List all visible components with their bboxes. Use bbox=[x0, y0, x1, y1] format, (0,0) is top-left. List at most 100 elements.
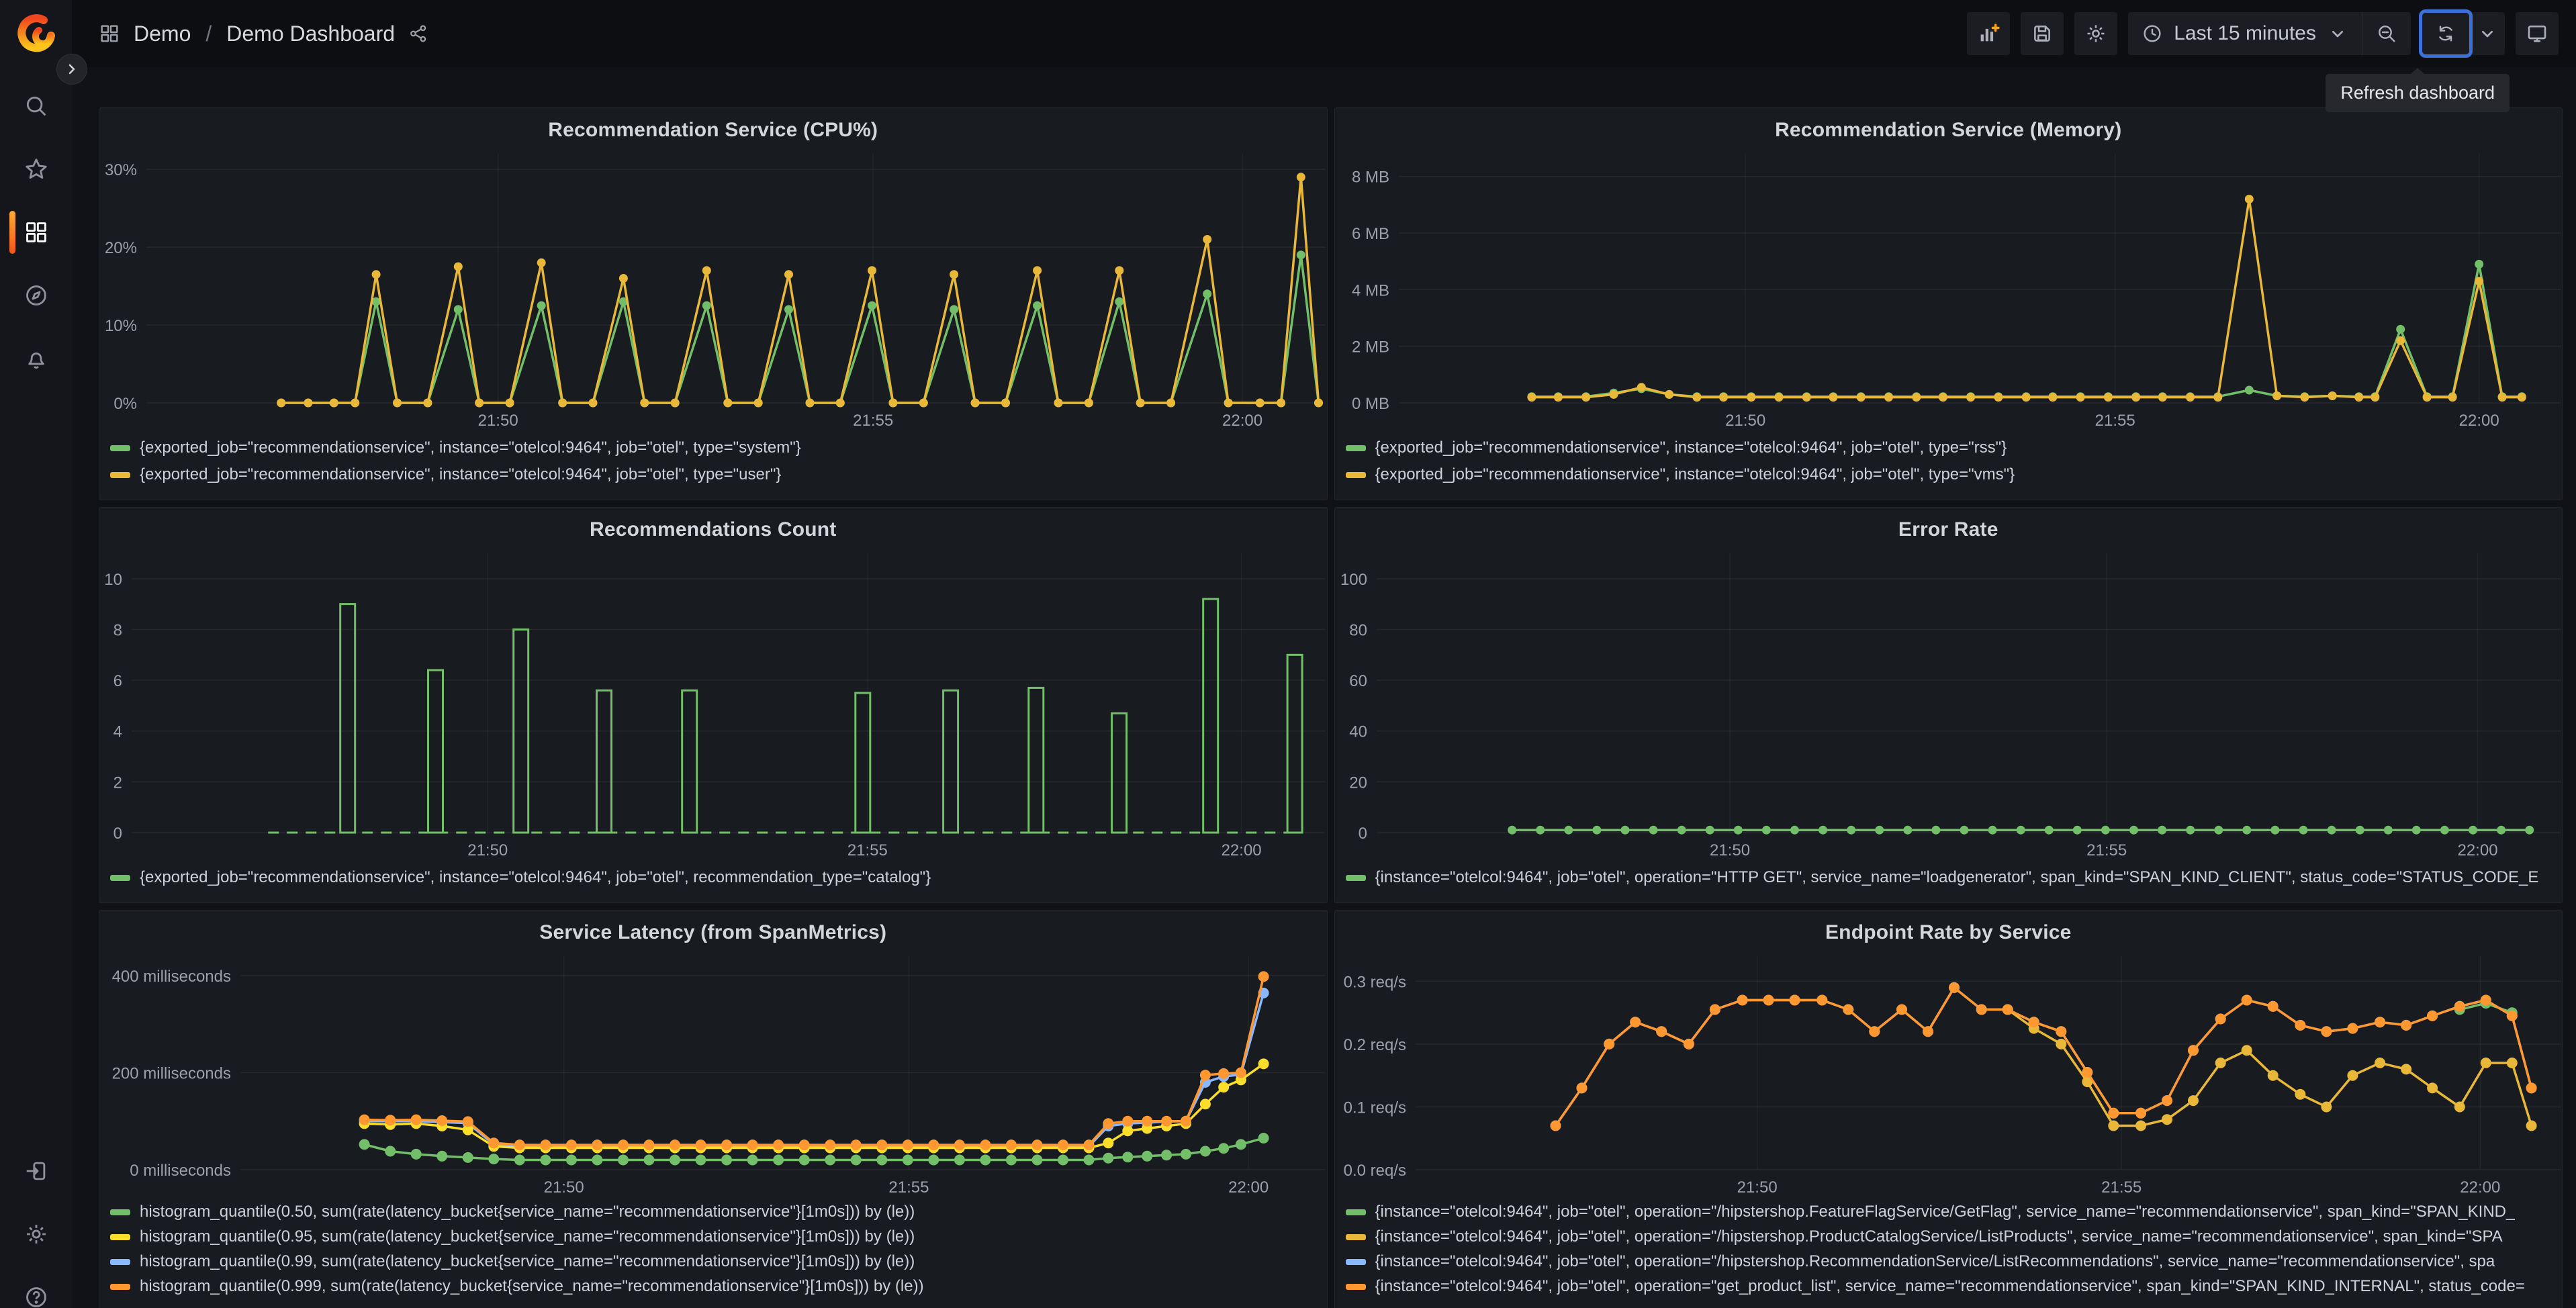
series-color-swatch bbox=[110, 1209, 130, 1215]
svg-text:100: 100 bbox=[1340, 571, 1367, 589]
legend-item[interactable]: histogram_quantile(0.95, sum(rate(latenc… bbox=[110, 1227, 1320, 1247]
panel-title[interactable]: Recommendation Service (Memory) bbox=[1335, 108, 2563, 144]
legend-item[interactable]: {exported_job="recommendationservice", i… bbox=[110, 438, 1320, 458]
time-series-plot[interactable]: 0 20 40 60 80 100 21:50 21:55 22:00 bbox=[1335, 544, 2563, 859]
legend-item[interactable]: histogram_quantile(0.50, sum(rate(latenc… bbox=[110, 1202, 1320, 1222]
panel-title[interactable]: Service Latency (from SpanMetrics) bbox=[99, 910, 1327, 947]
legend-item[interactable]: histogram_quantile(0.999, sum(rate(laten… bbox=[110, 1276, 1320, 1297]
bar-chart-plot[interactable]: 0 2 4 6 8 10 21:50 21:55 22:00 bbox=[99, 544, 1327, 859]
svg-text:22:00: 22:00 bbox=[1222, 841, 1262, 859]
dashboard-toolbar: Last 15 minutes bbox=[1967, 9, 2559, 58]
refresh-interval-dropdown[interactable] bbox=[2470, 12, 2505, 55]
breadcrumb-folder[interactable]: Demo bbox=[134, 21, 191, 46]
legend-label: histogram_quantile(0.50, sum(rate(latenc… bbox=[140, 1203, 915, 1221]
monitor-icon bbox=[2528, 26, 2546, 42]
legend: {exported_job="recommendationservice", i… bbox=[99, 859, 1327, 888]
sidebar-item-help[interactable] bbox=[23, 1284, 50, 1308]
series-color-swatch bbox=[1345, 1283, 1366, 1290]
legend-label: {instance="otelcol:9464", job="otel", op… bbox=[1375, 868, 2539, 886]
svg-text:22:00: 22:00 bbox=[2458, 412, 2499, 430]
svg-text:21:55: 21:55 bbox=[847, 841, 888, 859]
svg-text:22:00: 22:00 bbox=[2460, 1178, 2500, 1197]
svg-text:2 MB: 2 MB bbox=[1351, 338, 1389, 357]
legend-label: {exported_job="recommendationservice", i… bbox=[1375, 465, 2015, 483]
share-icon[interactable] bbox=[408, 24, 428, 44]
add-panel-button[interactable] bbox=[1967, 12, 2011, 55]
time-series-plot[interactable]: 0.0 req/s 0.1 req/s 0.2 req/s 0.3 req/s 21:5… bbox=[1335, 947, 2563, 1197]
svg-text:0.1 req/s: 0.1 req/s bbox=[1343, 1099, 1406, 1117]
sidebar-active-indicator bbox=[9, 211, 15, 254]
dashboard-settings-button[interactable] bbox=[2074, 12, 2118, 55]
sidebar-item-starred[interactable] bbox=[23, 156, 50, 183]
legend-item[interactable]: {instance="otelcol:9464", job="otel", op… bbox=[1345, 1276, 2556, 1297]
legend-item[interactable]: {exported_job="recommendationservice", i… bbox=[1345, 465, 2556, 485]
sidebar-item-explore[interactable] bbox=[23, 282, 50, 309]
refresh-tooltip: Refresh dashboard bbox=[2326, 74, 2510, 112]
svg-text:0.2 req/s: 0.2 req/s bbox=[1343, 1036, 1406, 1054]
sidebar-item-alerting[interactable] bbox=[23, 345, 50, 372]
legend-item[interactable]: {instance="otelcol:9464", job="otel", op… bbox=[1345, 1252, 2556, 1272]
legend-item[interactable]: {exported_job="recommendationservice", i… bbox=[1345, 438, 2556, 458]
svg-text:21:55: 21:55 bbox=[2095, 412, 2135, 430]
panel-recommendation-cpu: Recommendation Service (CPU%) 0% 10% 20% 30… bbox=[99, 107, 1328, 500]
legend: {instance="otelcol:9464", job="otel", op… bbox=[1335, 1197, 2563, 1297]
grafana-app: Demo / Demo Dashboard Last 15 minutes Re… bbox=[0, 0, 2576, 1308]
svg-text:2: 2 bbox=[113, 774, 122, 792]
legend-label: histogram_quantile(0.99, sum(rate(latenc… bbox=[140, 1252, 915, 1270]
legend-label: {instance="otelcol:9464", job="otel", op… bbox=[1375, 1277, 2525, 1295]
svg-text:21:50: 21:50 bbox=[467, 841, 508, 859]
dashboard-header: Demo / Demo Dashboard Last 15 minutes bbox=[72, 0, 2576, 67]
sidebar-expand-button[interactable] bbox=[56, 54, 87, 85]
time-series-plot[interactable]: 0% 10% 20% 30% 21:50 21:55 22:00 bbox=[99, 144, 1327, 430]
time-range-label: Last 15 minutes bbox=[2174, 22, 2316, 44]
series-color-swatch bbox=[110, 874, 130, 881]
time-series-plot[interactable]: 0 milliseconds 200 milliseconds 400 millis… bbox=[99, 947, 1327, 1197]
svg-text:6 MB: 6 MB bbox=[1351, 225, 1389, 243]
svg-text:0: 0 bbox=[1358, 825, 1367, 843]
svg-text:200 milliseconds: 200 milliseconds bbox=[112, 1064, 231, 1082]
sidebar-item-search[interactable] bbox=[23, 93, 50, 120]
svg-text:30%: 30% bbox=[105, 161, 137, 179]
zoom-out-time-button[interactable] bbox=[2362, 12, 2411, 55]
dashboards-grid-icon bbox=[26, 222, 46, 242]
series-color-swatch bbox=[110, 471, 130, 478]
grafana-logo-icon[interactable] bbox=[15, 13, 57, 55]
add-panel-icon bbox=[1980, 24, 2000, 42]
legend-item[interactable]: {instance="otelcol:9464", job="otel", op… bbox=[1345, 1202, 2556, 1222]
save-icon bbox=[2034, 26, 2051, 42]
sidebar-item-sign-in[interactable] bbox=[23, 1158, 50, 1184]
panel-recommendation-memory: Recommendation Service (Memory) 0 MB 2 MB… bbox=[1334, 107, 2563, 500]
svg-text:21:55: 21:55 bbox=[2086, 841, 2127, 859]
gear-icon bbox=[2087, 25, 2105, 42]
legend-item[interactable]: {instance="otelcol:9464", job="otel", op… bbox=[1345, 868, 2556, 888]
save-dashboard-button[interactable] bbox=[2021, 12, 2064, 55]
panel-title[interactable]: Endpoint Rate by Service bbox=[1335, 910, 2563, 947]
legend-item[interactable]: {exported_job="recommendationservice", i… bbox=[110, 465, 1320, 485]
chevron-right-icon bbox=[68, 64, 75, 75]
svg-text:22:00: 22:00 bbox=[2457, 841, 2497, 859]
legend-item[interactable]: histogram_quantile(0.99, sum(rate(latenc… bbox=[110, 1252, 1320, 1272]
svg-text:21:50: 21:50 bbox=[478, 412, 518, 430]
zoom-out-icon bbox=[2379, 26, 2395, 42]
refresh-dashboard-button[interactable] bbox=[2419, 9, 2473, 58]
legend-label: {exported_job="recommendationservice", i… bbox=[140, 868, 931, 886]
time-range-picker[interactable]: Last 15 minutes bbox=[2128, 12, 2362, 55]
panel-title[interactable]: Error Rate bbox=[1335, 508, 2563, 544]
compass-icon bbox=[26, 285, 46, 306]
legend-label: {exported_job="recommendationservice", i… bbox=[140, 465, 782, 483]
sidebar-item-configuration[interactable] bbox=[23, 1221, 50, 1248]
cycle-view-mode-button[interactable] bbox=[2516, 12, 2559, 55]
help-circle-icon bbox=[26, 1287, 46, 1307]
time-series-plot[interactable]: 0 MB 2 MB 4 MB 6 MB 8 MB 21:50 21:55 22:00 bbox=[1335, 144, 2563, 430]
sidebar-item-dashboards[interactable] bbox=[23, 219, 50, 246]
panel-error-rate: Error Rate 0 20 40 60 80 100 21:50 21:55 22:00 {… bbox=[1334, 507, 2563, 903]
svg-text:21:55: 21:55 bbox=[2101, 1178, 2142, 1197]
legend-item[interactable]: {exported_job="recommendationservice", i… bbox=[110, 868, 1320, 888]
svg-text:80: 80 bbox=[1349, 621, 1367, 639]
legend-item[interactable]: {instance="otelcol:9464", job="otel", op… bbox=[1345, 1227, 2556, 1247]
svg-text:21:55: 21:55 bbox=[853, 412, 893, 430]
series-color-swatch bbox=[110, 1283, 130, 1290]
panel-title[interactable]: Recommendations Count bbox=[99, 508, 1327, 544]
breadcrumb-dashboard-title[interactable]: Demo Dashboard bbox=[226, 21, 395, 46]
panel-title[interactable]: Recommendation Service (CPU%) bbox=[99, 108, 1327, 144]
